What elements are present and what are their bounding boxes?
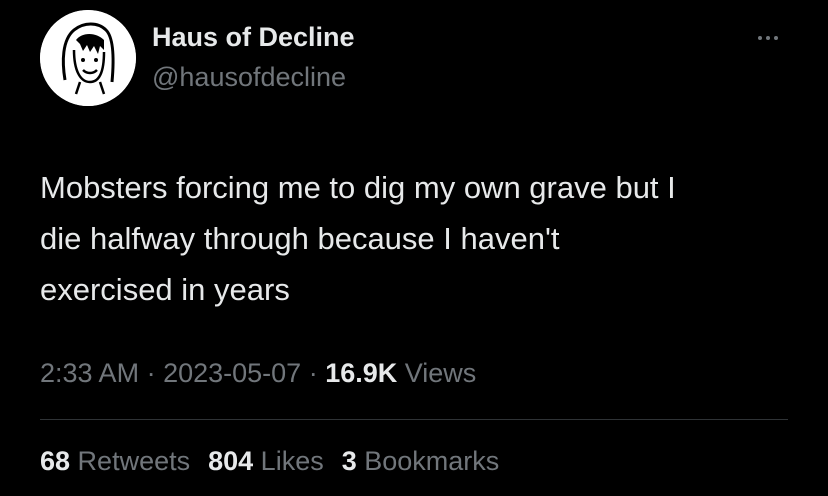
views-count[interactable]: 16.9K	[325, 358, 397, 388]
tweet-meta: 2:33 AM · 2023-05-07 · 16.9K Views	[40, 358, 476, 389]
meta-separator: ·	[301, 358, 326, 388]
tweet-text-line: exercised in years	[40, 272, 290, 307]
author-handle[interactable]: @hausofdecline	[152, 62, 346, 93]
tweet-card: Haus of Decline @hausofdecline Mobsters …	[0, 0, 828, 496]
avatar-drawing	[40, 10, 136, 106]
bookmarks-count: 3	[341, 446, 357, 476]
likes-count: 804	[208, 446, 254, 476]
more-dot	[766, 36, 770, 40]
more-horizontal-icon[interactable]	[748, 26, 788, 50]
retweets-label: Retweets	[70, 446, 191, 476]
bookmarks-label: Bookmarks	[356, 446, 500, 476]
more-dot	[774, 36, 778, 40]
cartoon-face-avatar-icon[interactable]	[40, 10, 136, 106]
tweet-text-line: Mobsters forcing me to dig my own grave …	[40, 170, 676, 205]
retweets-stat[interactable]: 68 Retweets	[40, 446, 190, 477]
tweet-text: Mobsters forcing me to dig my own grave …	[40, 162, 800, 315]
meta-separator: ·	[139, 358, 164, 388]
more-dot	[758, 36, 762, 40]
bookmarks-stat[interactable]: 3 Bookmarks	[342, 446, 500, 477]
tweet-date[interactable]: 2023-05-07	[163, 358, 301, 388]
likes-stat[interactable]: 804 Likes	[208, 446, 324, 477]
likes-label: Likes	[253, 446, 324, 476]
tweet-time[interactable]: 2:33 AM	[40, 358, 139, 388]
retweets-count: 68	[40, 446, 71, 476]
tweet-text-line: die halfway through because I haven't	[40, 221, 560, 256]
tweet-stats: 68 Retweets 804 Likes 3 Bookmarks	[40, 446, 517, 477]
views-label: Views	[397, 358, 477, 388]
author-display-name[interactable]: Haus of Decline	[152, 22, 355, 53]
divider	[40, 419, 788, 420]
